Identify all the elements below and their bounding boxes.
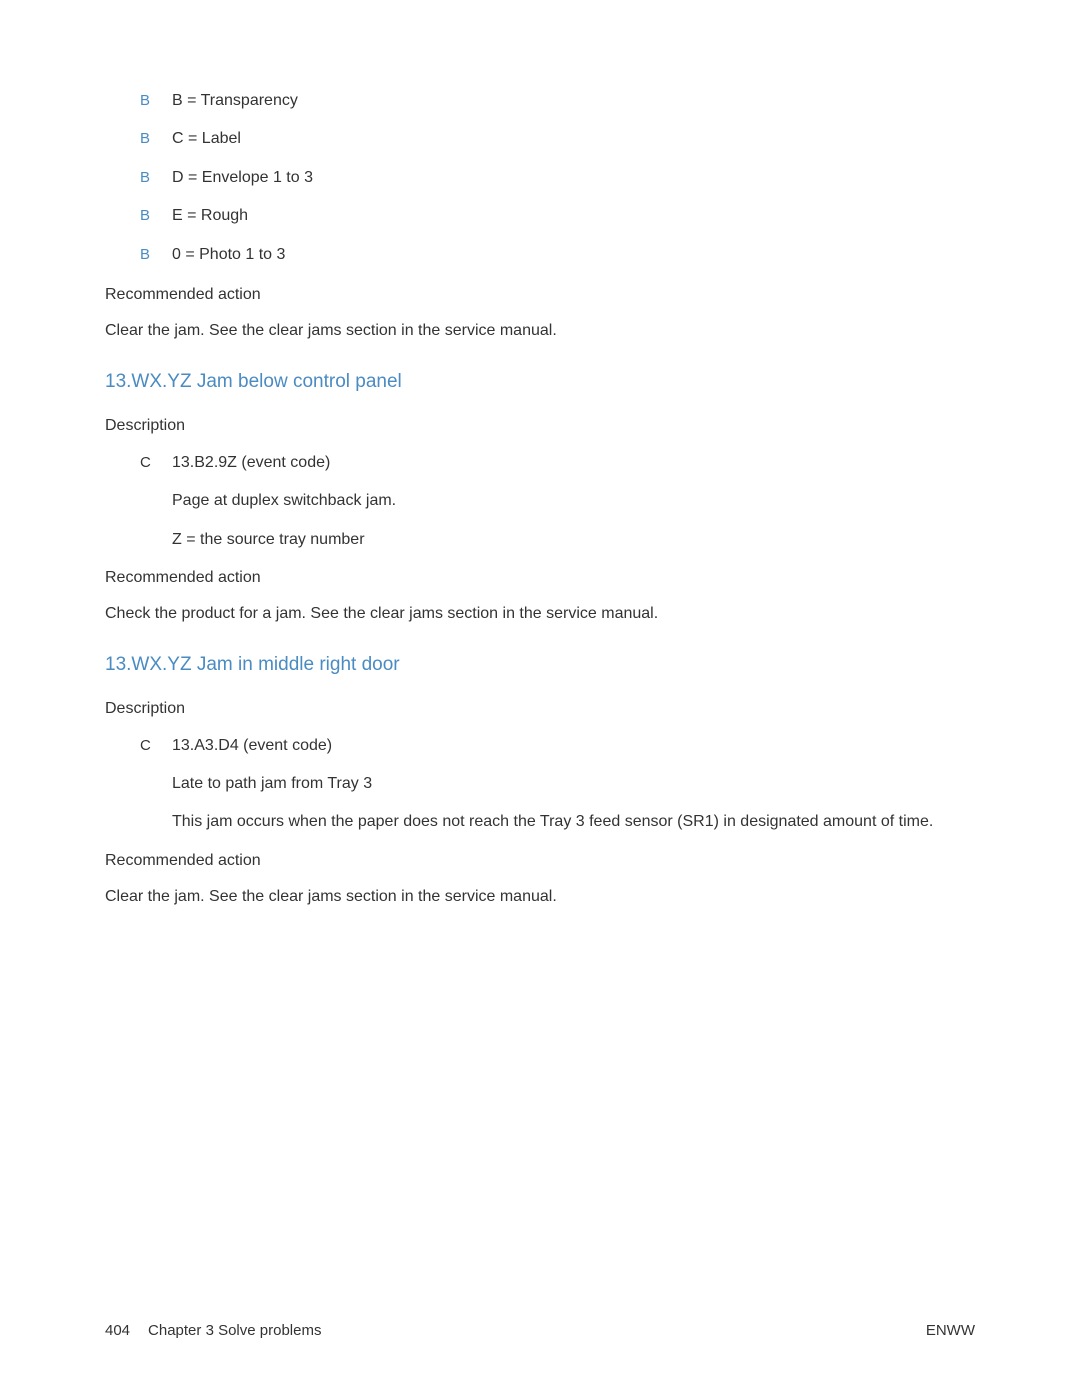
section-heading-jam-middle-right-door: 13.WX.YZ Jam in middle right door xyxy=(105,652,975,679)
event-code-text: 13.B2.9Z (event code) xyxy=(172,452,330,474)
list-item: B 0 = Photo 1 to 3 xyxy=(140,244,975,266)
list-item-text: D = Envelope 1 to 3 xyxy=(172,167,313,189)
page-number: 404 xyxy=(105,1322,130,1339)
bullet-marker: B xyxy=(140,167,172,188)
recommended-action-label: Recommended action xyxy=(105,284,975,306)
event-detail-text: Late to path jam from Tray 3 xyxy=(172,773,975,795)
footer-right-text: ENWW xyxy=(926,1322,975,1339)
recommended-action-text: Check the product for a jam. See the cle… xyxy=(105,603,975,625)
footer-left: 404 Chapter 3 Solve problems xyxy=(105,1322,321,1339)
list-item: B B = Transparency xyxy=(140,90,975,112)
page-content: B B = Transparency B C = Label B D = Env… xyxy=(105,90,975,909)
list-item-text: B = Transparency xyxy=(172,90,298,112)
section-heading-jam-below-control-panel: 13.WX.YZ Jam below control panel xyxy=(105,369,975,396)
list-item: C 13.B2.9Z (event code) xyxy=(140,452,975,474)
list-item: B D = Envelope 1 to 3 xyxy=(140,167,975,189)
bullet-marker: B xyxy=(140,244,172,265)
recommended-action-text: Clear the jam. See the clear jams sectio… xyxy=(105,320,975,342)
description-label: Description xyxy=(105,415,975,437)
bullet-marker: C xyxy=(140,735,172,756)
page-footer: 404 Chapter 3 Solve problems ENWW xyxy=(105,1322,975,1339)
list-item-text: 0 = Photo 1 to 3 xyxy=(172,244,285,266)
chapter-title: Chapter 3 Solve problems xyxy=(148,1322,321,1339)
event-detail-text: Z = the source tray number xyxy=(172,529,975,551)
media-type-list: B B = Transparency B C = Label B D = Env… xyxy=(140,90,975,266)
recommended-action-label: Recommended action xyxy=(105,850,975,872)
event-code-block: C 13.B2.9Z (event code) Page at duplex s… xyxy=(140,452,975,551)
event-detail-text: Page at duplex switchback jam. xyxy=(172,490,975,512)
list-item-text: E = Rough xyxy=(172,205,248,227)
description-label: Description xyxy=(105,698,975,720)
recommended-action-text: Clear the jam. See the clear jams sectio… xyxy=(105,886,975,908)
bullet-marker: B xyxy=(140,128,172,149)
bullet-marker: C xyxy=(140,452,172,473)
recommended-action-label: Recommended action xyxy=(105,567,975,589)
list-item: C 13.A3.D4 (event code) xyxy=(140,735,975,757)
event-code-block: C 13.A3.D4 (event code) Late to path jam… xyxy=(140,735,975,834)
bullet-marker: B xyxy=(140,90,172,111)
event-detail-text: This jam occurs when the paper does not … xyxy=(172,811,975,833)
list-item: B E = Rough xyxy=(140,205,975,227)
bullet-marker: B xyxy=(140,205,172,226)
list-item-text: C = Label xyxy=(172,128,241,150)
list-item: B C = Label xyxy=(140,128,975,150)
event-code-text: 13.A3.D4 (event code) xyxy=(172,735,332,757)
